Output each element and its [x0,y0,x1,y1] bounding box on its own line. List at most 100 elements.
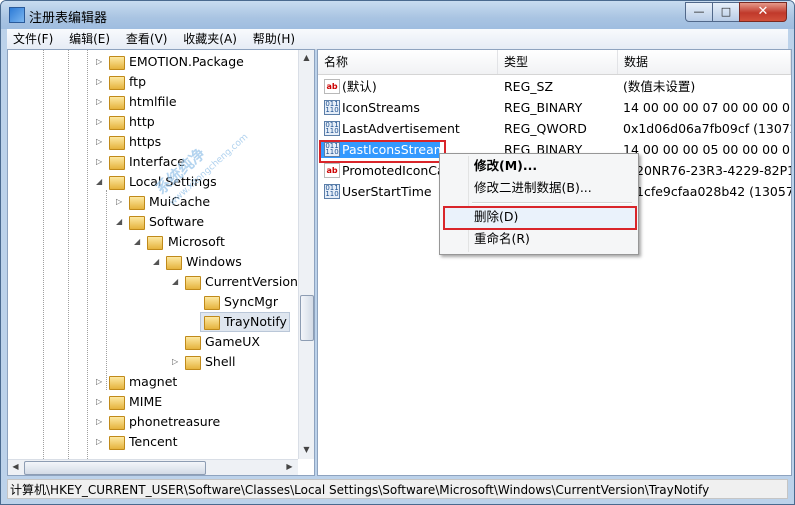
binary-value-icon: 011 110 [324,100,340,115]
value-name: PastIconsStream [342,142,440,157]
context-menu: 修改(M)... 修改二进制数据(B)... 删除(D) 重命名(R) [439,153,639,255]
value-type: REG_BINARY [504,100,583,115]
tree-horizontal-scrollbar[interactable]: ◀ ▶ [8,459,298,475]
tree-node-label: Windows [186,254,242,269]
menu-bar: 文件(F) 编辑(E) 查看(V) 收藏夹(A) 帮助(H) [7,29,788,50]
tree-guide-line [43,50,44,459]
value-name: UserStartTime [342,184,432,199]
expand-arrow-icon[interactable]: ▷ [96,72,105,92]
collapse-arrow-icon[interactable]: ◢ [96,172,105,192]
scroll-up-arrow-icon[interactable]: ▲ [300,51,313,65]
menu-item-modify-binary[interactable]: 修改二进制数据(B)... [474,178,592,198]
title-bar: 注册表编辑器 — □ ✕ [1,1,794,29]
value-name: IconStreams [342,100,420,115]
tree-node-label: EMOTION.Package [129,54,244,69]
folder-icon [166,256,182,270]
tree-node-label: Software [149,214,205,229]
expand-arrow-icon[interactable]: ▷ [96,432,105,452]
tree-node-traynotify-selected[interactable]: TrayNotify [200,312,290,332]
string-value-icon: ab [324,79,340,94]
menu-item-delete[interactable]: 删除(D) [474,207,518,227]
string-value-icon: ab [324,163,340,178]
menu-help[interactable]: 帮助(H) [247,29,301,49]
column-header: 名称 类型 数据 [318,50,791,75]
folder-icon [109,136,125,150]
folder-icon [109,396,125,410]
menu-item-rename[interactable]: 重命名(R) [474,229,530,249]
close-button[interactable]: ✕ [739,2,787,22]
value-row[interactable]: ab (默认) REG_SZ (数值未设置) [318,76,791,97]
expand-arrow-icon[interactable]: ▷ [96,392,105,412]
folder-icon [109,436,125,450]
folder-icon [109,116,125,130]
collapse-arrow-icon[interactable]: ◢ [116,212,125,232]
menu-item-modify[interactable]: 修改(M)... [474,156,537,176]
values-list-pane[interactable]: 名称 类型 数据 ab (默认) REG_SZ (数值未设置) 011 110 I… [317,49,792,476]
folder-icon [109,156,125,170]
value-name: PromotedIconCa [342,163,440,178]
folder-icon [147,236,163,250]
folder-icon [185,356,201,370]
scroll-down-arrow-icon[interactable]: ▼ [300,443,313,457]
tree-node-label: http [129,114,155,129]
column-data[interactable]: 数据 [618,50,791,74]
scroll-thumb[interactable] [300,295,314,341]
minimize-button[interactable]: — [685,2,713,22]
collapse-arrow-icon[interactable]: ◢ [153,252,162,272]
tree-node-label: GameUX [205,334,260,349]
folder-icon [129,216,145,230]
menu-view[interactable]: 查看(V) [120,29,174,49]
tree-node-label: ftp [129,74,147,89]
expand-arrow-icon[interactable]: ▷ [96,112,105,132]
expand-arrow-icon[interactable]: ▷ [96,372,105,392]
expand-arrow-icon[interactable]: ▷ [96,152,105,172]
menu-favorites[interactable]: 收藏夹(A) [177,29,243,49]
column-type[interactable]: 类型 [498,50,618,74]
value-data: 14 00 00 00 05 00 00 00 01 0 [623,142,791,157]
tree-node-label: MIME [129,394,163,409]
folder-icon [204,316,220,330]
tree-node-label: htmlfile [129,94,177,109]
expand-arrow-icon[interactable]: ▷ [116,192,125,212]
scroll-right-arrow-icon[interactable]: ▶ [283,460,296,474]
expand-arrow-icon[interactable]: ▷ [172,352,181,372]
expand-arrow-icon[interactable]: ▷ [96,52,105,72]
window-title: 注册表编辑器 [29,11,108,26]
key-tree-pane[interactable]: ▷ EMOTION.Package ▷ ftp ▷ htmlfile ▷ htt… [7,49,315,476]
menu-edit[interactable]: 编辑(E) [63,29,116,49]
maximize-button[interactable]: □ [712,2,740,22]
value-type: REG_SZ [504,79,554,94]
tree-vertical-scrollbar[interactable]: ▲ ▼ [298,50,314,459]
scroll-left-arrow-icon[interactable]: ◀ [9,460,22,474]
folder-icon [185,336,201,350]
tree-node-spacer [172,332,181,352]
folder-icon [109,96,125,110]
registry-editor-window: 注册表编辑器 — □ ✕ 文件(F) 编辑(E) 查看(V) 收藏夹(A) 帮助… [0,0,795,505]
value-data: 20NR76-23R3-4229-82P1 [636,163,791,178]
menu-file[interactable]: 文件(F) [7,29,59,49]
tree-node-label: SyncMgr [224,294,278,309]
value-name: (默认) [342,79,377,94]
folder-icon [185,276,201,290]
tree-node-spacer [191,292,200,312]
value-data: 1cfe9cfaa028b42 (1305799 [636,184,791,199]
collapse-arrow-icon[interactable]: ◢ [134,232,143,252]
folder-icon [109,176,125,190]
tree-node-label: Tencent [129,434,178,449]
tree-node-label: Shell [205,354,236,369]
collapse-arrow-icon[interactable]: ◢ [172,272,181,292]
value-row[interactable]: 011 110 IconStreams REG_BINARY 14 00 00 0… [318,97,791,118]
folder-icon [109,76,125,90]
menu-separator [472,202,632,204]
expand-arrow-icon[interactable]: ▷ [96,132,105,152]
folder-icon [204,296,220,310]
expand-arrow-icon[interactable]: ▷ [96,92,105,112]
folder-icon [109,56,125,70]
expand-arrow-icon[interactable]: ▷ [96,412,105,432]
column-name[interactable]: 名称 [318,50,498,74]
value-row[interactable]: 011 110 LastAdvertisement REG_QWORD 0x1d0… [318,118,791,139]
value-data: (数值未设置) [623,79,696,94]
value-data: 14 00 00 00 07 00 00 00 01 0 [623,100,791,115]
scroll-thumb[interactable] [24,461,206,475]
value-data: 0x1d06d06a7fb09cf (130724 [623,121,791,136]
